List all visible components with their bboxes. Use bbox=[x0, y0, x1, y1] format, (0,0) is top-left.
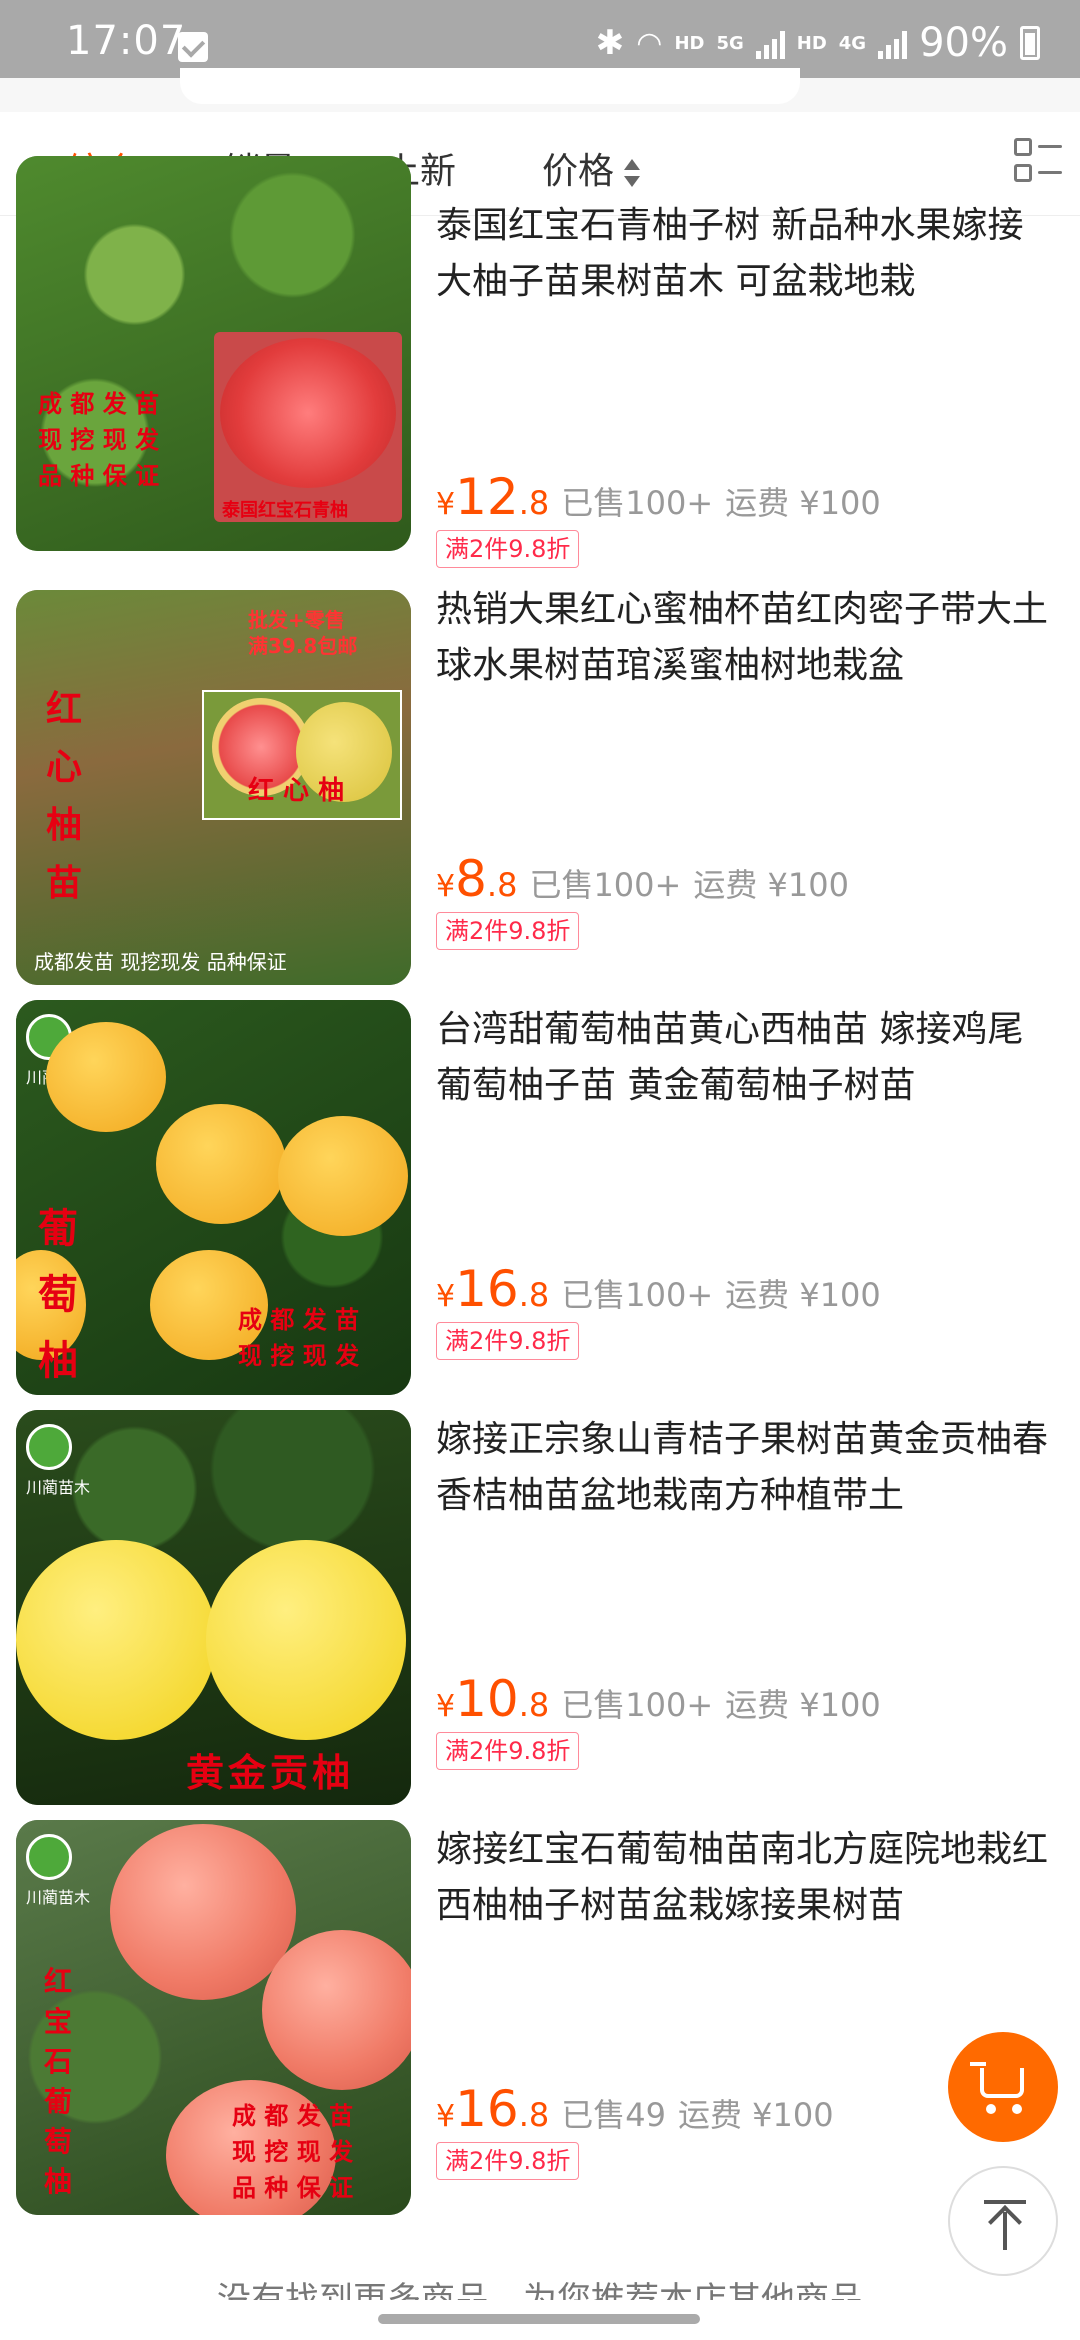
shipping-fee: 运费 ¥100 bbox=[725, 1686, 881, 1724]
tab-price-label: 价格 bbox=[542, 151, 615, 192]
sold-count: 已售100+ bbox=[561, 1686, 714, 1724]
brand-logo-icon bbox=[26, 1424, 72, 1470]
sold-count: 已售100+ bbox=[561, 1276, 714, 1314]
shipping-fee: 运费 ¥100 bbox=[725, 484, 881, 522]
product-image[interactable]: 川蔺苗木 葡 萄 柚 成 都 发 苗 现 挖 现 发 bbox=[16, 1000, 411, 1395]
price-decimal: .8 bbox=[518, 2096, 550, 2134]
product-title[interactable]: 台湾甜葡萄柚苗黄心西柚苗 嫁接鸡尾葡萄柚子苗 黄金葡萄柚子树苗 bbox=[436, 1002, 1056, 1114]
hd-label-1: HD bbox=[674, 32, 705, 54]
home-indicator[interactable] bbox=[378, 2314, 700, 2324]
notification-check-icon bbox=[178, 32, 208, 62]
price-row: ¥ 8 .8 已售100+ 运费 ¥100 bbox=[436, 850, 861, 908]
search-bar-edge[interactable] bbox=[180, 68, 800, 104]
price-row: ¥ 12 .8 已售100+ 运费 ¥100 bbox=[436, 468, 893, 526]
price-currency: ¥ bbox=[436, 2099, 456, 2134]
product-title[interactable]: 泰国红宝石青柚子树 新品种水果嫁接大柚子苗果树苗木 可盆栽地栽 bbox=[436, 198, 1056, 310]
price-integer: 10 bbox=[455, 1670, 519, 1728]
back-to-top-icon bbox=[984, 2200, 1026, 2204]
search-strip bbox=[0, 68, 1080, 112]
status-icons: ✱ ◠ HD 5G HD 4G 90% bbox=[596, 20, 1040, 66]
promo-badge: 满2件9.8折 bbox=[436, 2142, 580, 2180]
price-decimal: .8 bbox=[518, 1276, 550, 1314]
shipping-fee: 运费 ¥100 bbox=[693, 866, 849, 904]
brand-logo-icon bbox=[26, 1834, 72, 1880]
price-decimal: .8 bbox=[518, 484, 550, 522]
sold-count: 已售49 bbox=[561, 2096, 666, 2134]
price-row: ¥ 10 .8 已售100+ 运费 ¥100 bbox=[436, 1670, 893, 1728]
price-currency: ¥ bbox=[436, 869, 456, 904]
status-bar: 17:07 ✱ ◠ HD 5G HD 4G 90% bbox=[0, 0, 1080, 78]
promo-badge: 满2件9.8折 bbox=[436, 530, 580, 568]
network-label-2: 4G bbox=[838, 32, 867, 54]
cart-button[interactable] bbox=[948, 2032, 1058, 2142]
price-integer: 8 bbox=[455, 850, 487, 908]
price-currency: ¥ bbox=[436, 487, 456, 522]
sort-arrows-icon bbox=[622, 159, 641, 187]
price-row: ¥ 16 .8 已售49 运费 ¥100 bbox=[436, 2080, 846, 2138]
price-integer: 16 bbox=[455, 2080, 519, 2138]
back-to-top-button[interactable] bbox=[948, 2166, 1058, 2276]
promo-badge: 满2件9.8折 bbox=[436, 912, 580, 950]
battery-percent: 90% bbox=[919, 20, 1008, 66]
sold-count: 已售100+ bbox=[561, 484, 714, 522]
price-integer: 12 bbox=[455, 468, 519, 526]
price-currency: ¥ bbox=[436, 1689, 456, 1724]
product-image[interactable]: 川蔺苗木 红 宝 石 葡 萄 柚 成 都 发 苗 现 挖 现 发 品 种 保 证 bbox=[16, 1820, 411, 2215]
layout-toggle-icon[interactable] bbox=[1014, 138, 1062, 186]
price-decimal: .8 bbox=[518, 1686, 550, 1724]
tab-price[interactable]: 价格 bbox=[542, 142, 641, 194]
promo-badge: 满2件9.8折 bbox=[436, 1322, 580, 1360]
status-time: 17:07 bbox=[66, 18, 187, 64]
price-currency: ¥ bbox=[436, 1279, 456, 1314]
cart-icon bbox=[970, 2062, 986, 2066]
product-image[interactable]: 红 心 柚 苗 红 心 柚 批发+零售 满39.8包邮 成都发苗 现挖现发 品种… bbox=[16, 590, 411, 985]
signal-icon bbox=[755, 27, 785, 59]
hd-label-2: HD bbox=[796, 32, 827, 54]
price-integer: 16 bbox=[455, 1260, 519, 1318]
product-image[interactable]: 成 都 发 苗 现 挖 现 发 品 种 保 证 泰国红宝石青柚 bbox=[16, 156, 411, 551]
sold-count: 已售100+ bbox=[529, 866, 682, 904]
wifi-icon: ◠ bbox=[636, 25, 663, 61]
no-more-items-hint: — 没有找到更多商品，为您推荐本店其他商品 — bbox=[172, 2280, 908, 2300]
bluetooth-icon: ✱ bbox=[595, 23, 625, 63]
price-row: ¥ 16 .8 已售100+ 运费 ¥100 bbox=[436, 1260, 893, 1318]
product-title[interactable]: 嫁接正宗象山青桔子果树苗黄金贡柚春香桔柚苗盆地栽南方种植带土 bbox=[436, 1412, 1056, 1524]
product-title[interactable]: 热销大果红心蜜柚杯苗红肉密子带大土球水果树苗琯溪蜜柚树地栽盆 bbox=[436, 582, 1056, 694]
network-label-1: 5G bbox=[716, 32, 744, 54]
product-image[interactable]: 川蔺苗木 黄金贡柚 bbox=[16, 1410, 411, 1805]
shipping-fee: 运费 ¥100 bbox=[725, 1276, 881, 1314]
promo-badge: 满2件9.8折 bbox=[436, 1732, 580, 1770]
battery-icon bbox=[1020, 26, 1040, 60]
product-title[interactable]: 嫁接红宝石葡萄柚苗南北方庭院地栽红西柚柚子树苗盆栽嫁接果树苗 bbox=[436, 1822, 1056, 1934]
price-decimal: .8 bbox=[486, 866, 518, 904]
shipping-fee: 运费 ¥100 bbox=[677, 2096, 834, 2134]
signal-icon-2 bbox=[878, 27, 908, 59]
